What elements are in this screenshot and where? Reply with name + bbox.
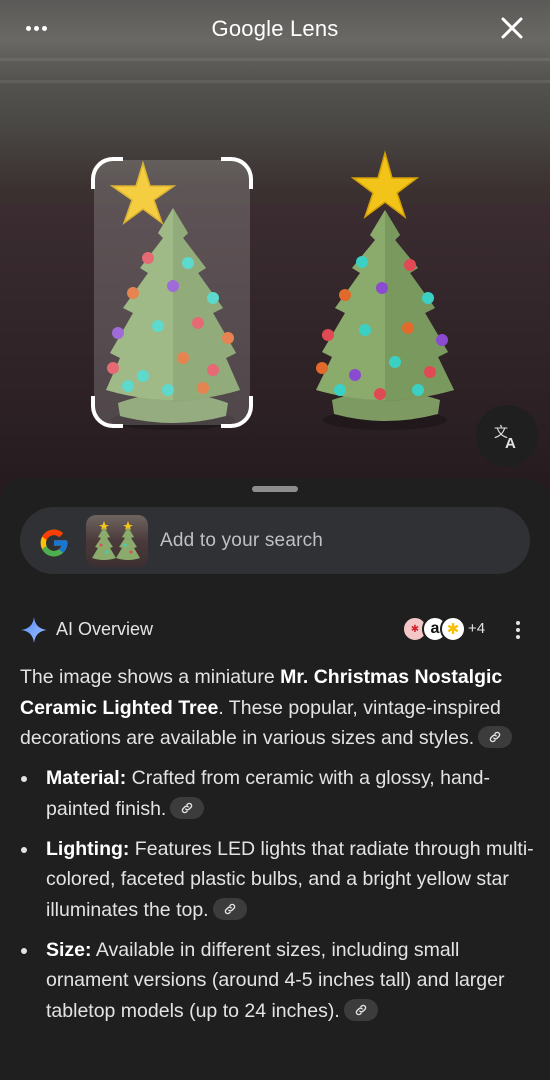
google-g-icon: [40, 529, 68, 557]
lens-image[interactable]: Google Lens 文 A: [0, 0, 550, 495]
translate-icon: 文 A: [494, 424, 516, 451]
overview-intro: The image shows a miniature Mr. Christma…: [20, 662, 535, 754]
close-icon[interactable]: [496, 12, 528, 44]
svg-text:A: A: [505, 435, 516, 451]
ai-overview-label: AI Overview: [56, 619, 154, 639]
tree-right: [316, 150, 454, 430]
image-thumbnail[interactable]: [86, 515, 148, 567]
source-avatar-3[interactable]: ✱: [440, 616, 466, 642]
selection-handle-top-right[interactable]: [221, 157, 253, 189]
selection-handle-top-left[interactable]: [91, 157, 123, 189]
more-vert-icon[interactable]: [510, 618, 526, 642]
ai-overview-text: The image shows a miniature Mr. Christma…: [20, 662, 535, 1036]
sheet-drag-handle[interactable]: [252, 486, 298, 492]
link-icon[interactable]: [343, 998, 378, 1021]
app-title: Google Lens: [211, 16, 339, 41]
list-item: Material: Crafted from ceramic with a gl…: [20, 763, 535, 824]
add-to-search-bar[interactable]: Add to your search: [20, 507, 530, 574]
link-icon[interactable]: [170, 796, 205, 819]
selection-box[interactable]: [91, 157, 253, 428]
search-placeholder: Add to your search: [160, 530, 324, 551]
top-bar: Google Lens: [0, 0, 550, 60]
selection-handle-bottom-left[interactable]: [91, 396, 123, 428]
results-sheet: Add to your search AI Overview ✱ a ✱ +4 …: [0, 478, 550, 1080]
selection-handle-bottom-right[interactable]: [221, 396, 253, 428]
list-item: Size: Available in different sizes, incl…: [20, 935, 535, 1027]
link-icon[interactable]: [478, 726, 513, 749]
translate-button[interactable]: 文 A: [476, 405, 538, 467]
source-avatars[interactable]: ✱ a ✱: [402, 616, 468, 644]
overview-bullets: Material: Crafted from ceramic with a gl…: [20, 763, 535, 1027]
ai-overview-header: AI Overview ✱ a ✱ +4: [20, 616, 530, 646]
list-item: Lighting: Features LED lights that radia…: [20, 834, 535, 926]
link-icon[interactable]: [212, 897, 247, 920]
sources-more-count[interactable]: +4: [468, 620, 485, 637]
sparkle-icon: [21, 617, 47, 643]
